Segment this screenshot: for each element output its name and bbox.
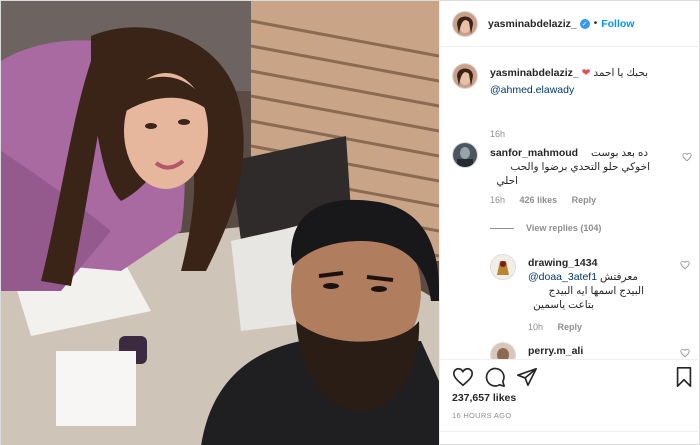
comment-icon[interactable] — [484, 366, 506, 388]
replies-divider — [490, 227, 514, 229]
comment-likes[interactable]: 426 likes — [520, 195, 558, 205]
post-photo[interactable] — [1, 1, 439, 445]
caption-body: yasminabdelaziz_ ❤ بحبك يا احمد — [490, 66, 690, 80]
reply-like-heart-icon[interactable] — [680, 260, 690, 270]
replier-username[interactable]: perry.m_ali — [528, 344, 583, 358]
heart-emoji: ❤ — [581, 67, 591, 79]
replier-avatar[interactable] — [490, 342, 516, 359]
separator-dot: • — [593, 18, 598, 29]
caption-avatar[interactable] — [452, 63, 478, 89]
reply-text-line2: البيدج اسمها ايه البيدج — [548, 285, 644, 297]
likes-count[interactable]: 237,657 likes — [452, 392, 516, 404]
post-side-panel: yasminabdelaziz_ ✓ • Follow yasminabdela… — [439, 1, 700, 445]
avatar-image — [491, 343, 515, 359]
reply-reply-button[interactable]: Reply — [558, 322, 583, 332]
author-avatar[interactable] — [452, 10, 478, 37]
add-comment-area[interactable] — [440, 431, 700, 445]
reply-button[interactable]: Reply — [572, 195, 597, 205]
view-replies-button[interactable]: View replies (104) — [490, 223, 601, 233]
replier-avatar[interactable] — [490, 254, 516, 280]
reply-meta: 10h Reply — [528, 322, 594, 332]
reply-like-heart-icon[interactable] — [680, 348, 690, 358]
comment-like-heart-icon[interactable] — [682, 152, 692, 162]
author-username[interactable]: yasminabdelaziz_ — [488, 18, 577, 30]
view-replies-label[interactable]: View replies (104) — [526, 223, 601, 233]
commenter-username[interactable]: sanfor_mahmoud — [490, 146, 578, 160]
caption-mention[interactable]: @ahmed.elawady — [490, 83, 574, 97]
follow-button[interactable]: Follow — [601, 18, 634, 30]
share-icon[interactable] — [516, 366, 538, 388]
reply-username[interactable]: perry.m_ali — [528, 345, 583, 357]
replier-username[interactable]: drawing_1434 — [528, 256, 597, 270]
avatar-image — [453, 143, 477, 167]
comment-username[interactable]: sanfor_mahmoud — [490, 147, 578, 159]
avatar-image — [453, 11, 477, 36]
comment-text-line1: ده بعد بوست — [591, 147, 648, 159]
comment-meta: 16h 426 likes Reply — [490, 195, 608, 205]
avatar-image — [453, 64, 477, 88]
post-timestamp[interactable]: 16 HOURS AGO — [452, 411, 511, 420]
reply-text-prefix: معرفتش — [599, 271, 639, 283]
comment-time: 16h — [490, 195, 506, 205]
caption-meta: 16h — [490, 129, 517, 139]
reply-time: 10h — [528, 322, 544, 332]
reply-username[interactable]: drawing_1434 — [528, 257, 597, 269]
caption-text: بحبك يا احمد — [593, 67, 649, 79]
heart-icon[interactable] — [452, 366, 474, 388]
caption-username[interactable]: yasminabdelaziz_ — [490, 67, 579, 79]
avatar-image — [491, 255, 515, 279]
verified-badge-icon: ✓ — [579, 18, 590, 29]
commenter-avatar[interactable] — [452, 142, 478, 168]
instagram-post: yasminabdelaziz_ ✓ • Follow yasminabdela… — [0, 0, 700, 445]
bookmark-icon[interactable] — [673, 366, 695, 388]
reply-mention[interactable]: @doaa_3atef1 — [528, 271, 597, 283]
caption-time: 16h — [490, 129, 506, 139]
comment-text-line2: اخوكي حلو التحدي برضوا والحب — [510, 161, 650, 173]
post-header: yasminabdelaziz_ ✓ • Follow — [440, 1, 700, 47]
reply-text-line3: بتاعت ياسمين — [533, 299, 594, 311]
selfie-image — [1, 1, 439, 445]
comment-text-line3: احلي — [496, 175, 518, 187]
reply-line1: @doaa_3atef1 معرفتش — [528, 270, 668, 284]
comments-list[interactable]: yasminabdelaziz_ ❤ بحبك يا احمد @ahmed.e… — [440, 47, 700, 359]
